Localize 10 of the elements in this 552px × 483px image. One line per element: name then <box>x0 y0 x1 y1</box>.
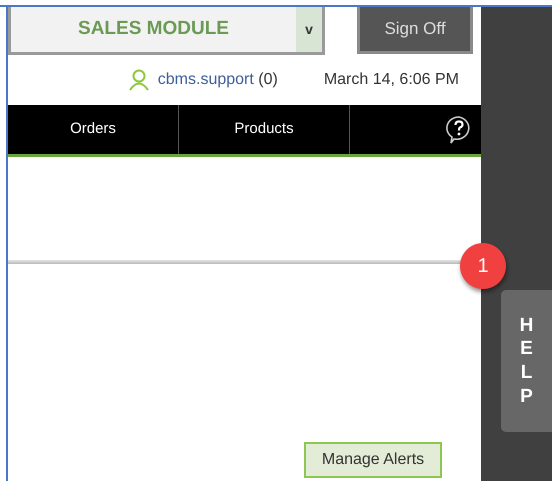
caret-icon: v <box>296 7 322 52</box>
nav-tab[interactable]: Products <box>179 105 350 154</box>
sign-off-button[interactable]: Sign Off <box>357 7 473 54</box>
manage-alerts-button[interactable]: Manage Alerts <box>304 442 442 478</box>
nav-tab[interactable]: Orders <box>8 105 179 154</box>
module-dropdown[interactable]: SALES MODULE v <box>8 7 325 55</box>
date-time: March 14, 6:06 PM <box>324 70 459 90</box>
user-link[interactable]: cbms.support (0) <box>158 68 278 92</box>
user-icon <box>128 69 150 91</box>
help-tab[interactable]: HELP <box>501 290 552 432</box>
